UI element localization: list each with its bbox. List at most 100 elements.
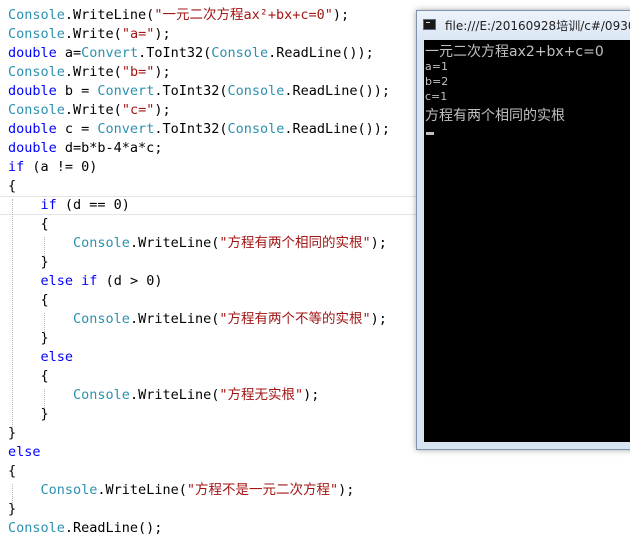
code-line[interactable]: { <box>0 177 16 196</box>
code-line[interactable]: { <box>0 462 16 481</box>
code-line[interactable]: Console.Write("b="); <box>0 63 171 82</box>
code-token: .ReadLine()); <box>268 45 374 61</box>
code-line[interactable]: else <box>0 443 41 462</box>
console-output-line: a=1 <box>425 60 448 73</box>
code-token: Console <box>8 26 65 42</box>
code-line[interactable]: { <box>0 215 49 234</box>
code-token: } <box>8 406 49 422</box>
code-token: double <box>8 140 57 156</box>
code-token: "c=" <box>121 102 155 118</box>
code-token: "方程有两个相同的实根" <box>219 235 371 251</box>
code-token: c = <box>56 121 98 137</box>
code-token: ); <box>303 387 320 403</box>
code-line[interactable]: Console.WriteLine("方程无实根"); <box>0 386 319 405</box>
code-token: "方程无实根" <box>219 387 304 403</box>
code-token: .WriteLine( <box>129 235 220 251</box>
code-line[interactable]: else <box>0 348 74 367</box>
code-token: ); <box>370 311 387 327</box>
code-line[interactable]: double a=Convert.ToInt32(Console.ReadLin… <box>0 44 374 63</box>
code-token: .Write( <box>64 26 122 42</box>
code-token: ); <box>154 26 171 42</box>
code-token: (d > 0) <box>97 273 163 289</box>
code-line[interactable]: Console.WriteLine("方程有两个相同的实根"); <box>0 234 387 253</box>
code-token: Console <box>8 7 65 23</box>
window-title: file:///E:/20160928培训/c#/0930 <box>445 19 630 33</box>
code-line[interactable]: { <box>0 291 49 310</box>
code-token: Console <box>211 45 269 61</box>
code-token: if <box>40 197 57 213</box>
console-output[interactable]: 一元二次方程ax2+bx+c=0 a=1 b=2 c=1 方程有两个相同的实根 <box>424 40 630 442</box>
code-token: { <box>8 368 49 384</box>
console-output-line: 一元二次方程ax2+bx+c=0 <box>425 44 604 60</box>
code-token: Console <box>8 102 65 118</box>
code-token: Convert <box>81 45 139 61</box>
code-line[interactable]: double d=b*b-4*a*c; <box>0 139 162 158</box>
code-token: { <box>8 178 17 194</box>
code-line[interactable]: Console.WriteLine("一元二次方程ax²+bx+c=0"); <box>0 6 349 25</box>
code-token: { <box>8 463 17 479</box>
code-token: .Write( <box>64 102 122 118</box>
code-token: Console <box>73 311 130 327</box>
code-line[interactable]: Console.WriteLine("方程有两个不等的实根"); <box>0 310 387 329</box>
code-token: { <box>8 292 49 308</box>
code-line[interactable]: } <box>0 424 16 443</box>
code-token: .ToInt32( <box>154 83 228 99</box>
code-token: .ReadLine()); <box>284 121 391 137</box>
code-line[interactable]: double c = Convert.ToInt32(Console.ReadL… <box>0 120 390 139</box>
indent-guide <box>12 484 13 503</box>
code-line[interactable]: { <box>0 367 49 386</box>
code-line[interactable]: Console.WriteLine("方程不是一元二次方程"); <box>0 481 355 500</box>
console-output-line: c=1 <box>425 90 448 103</box>
code-token: Console <box>8 64 65 80</box>
code-token: d=b*b-4*a*c; <box>56 140 163 156</box>
indent-guide <box>12 199 13 427</box>
code-token: ); <box>370 235 387 251</box>
code-token: Console <box>73 235 130 251</box>
code-token: else <box>40 273 74 289</box>
code-token: .ReadLine()); <box>284 83 391 99</box>
code-line[interactable]: Console.Write("a="); <box>0 25 171 44</box>
code-line[interactable]: } <box>0 329 49 348</box>
console-window[interactable]: file:///E:/20160928培训/c#/0930 一元二次方程ax2+… <box>416 10 630 450</box>
code-token: .WriteLine( <box>129 387 220 403</box>
console-titlebar[interactable]: file:///E:/20160928培训/c#/0930 <box>417 11 630 40</box>
code-token: ); <box>332 7 350 23</box>
code-token: "方程不是一元二次方程" <box>186 482 339 498</box>
console-output-line: 方程有两个相同的实根 <box>425 108 565 124</box>
console-output-line: b=2 <box>425 75 449 88</box>
code-token: .ToInt32( <box>154 121 228 137</box>
code-token: Console <box>227 83 285 99</box>
code-token: if <box>81 273 98 289</box>
code-token: "a=" <box>121 26 155 42</box>
code-token: } <box>8 501 17 517</box>
code-token: double <box>8 121 57 137</box>
indent-guide <box>44 313 45 332</box>
code-token: } <box>8 330 49 346</box>
indent-guide <box>44 389 45 408</box>
code-token: b = <box>56 83 98 99</box>
code-token: Console <box>8 520 65 536</box>
code-token: Console <box>73 387 130 403</box>
code-token: (d == 0) <box>56 197 130 213</box>
code-token: double <box>8 45 57 61</box>
code-line[interactable]: double b = Convert.ToInt32(Console.ReadL… <box>0 82 390 101</box>
code-token: "方程有两个不等的实根" <box>219 311 371 327</box>
code-token: Convert <box>97 83 155 99</box>
code-line[interactable]: Console.Write("c="); <box>0 101 171 120</box>
code-token: { <box>8 216 49 232</box>
code-token: "一元二次方程ax²+bx+c=0" <box>154 7 333 23</box>
code-token: double <box>8 83 57 99</box>
code-line[interactable]: } <box>0 405 49 424</box>
code-line[interactable]: if (a != 0) <box>0 158 97 177</box>
code-token: } <box>8 425 17 441</box>
code-token: .ToInt32( <box>138 45 212 61</box>
code-token: (a != 0) <box>24 159 98 175</box>
code-line[interactable]: } <box>0 253 49 272</box>
code-line[interactable]: } <box>0 500 16 519</box>
code-line[interactable]: else if (d > 0) <box>0 272 163 291</box>
code-token: a= <box>56 45 82 61</box>
code-line[interactable]: Console.ReadLine(); <box>0 519 162 538</box>
